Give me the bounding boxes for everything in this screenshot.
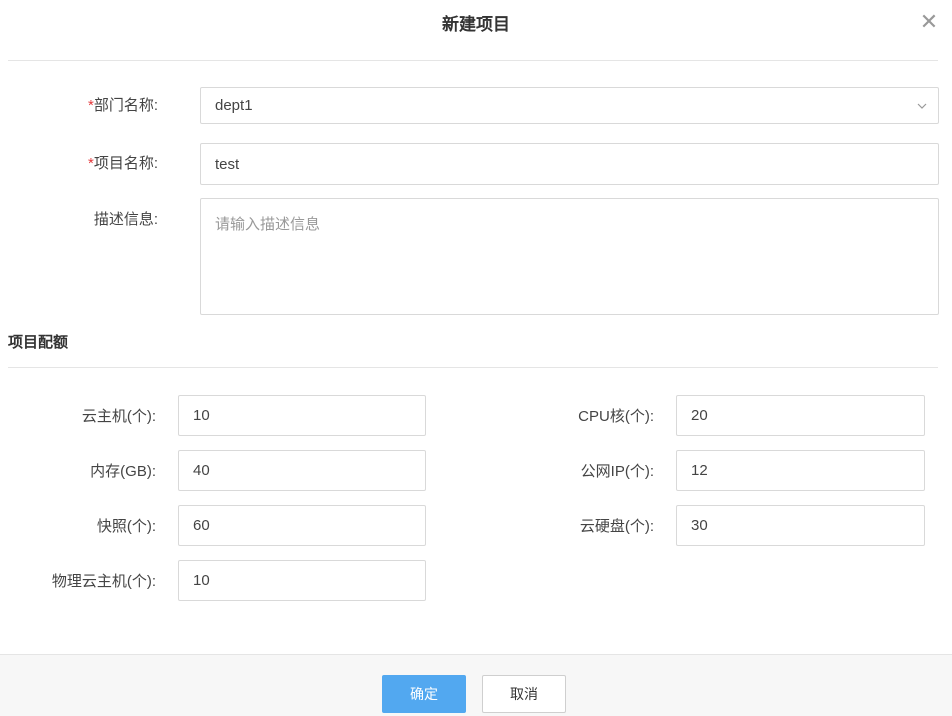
dialog-title: 新建项目: [442, 15, 510, 34]
vm-quota-label: 云主机(个):: [81, 408, 156, 425]
project-name-input[interactable]: test: [200, 143, 939, 185]
quota-divider: [8, 367, 938, 368]
confirm-button[interactable]: 确定: [382, 675, 466, 713]
project-label-text: 项目名称:: [93, 155, 158, 172]
dept-select-value: dept1: [215, 97, 253, 114]
quota-section-title: 项目配额: [8, 334, 69, 351]
cpu-quota-label: CPU核(个):: [578, 408, 654, 425]
physical-vm-quota-label: 物理云主机(个):: [51, 573, 156, 590]
dialog-footer: 确定 取消: [0, 654, 952, 716]
cpu-quota-value: 20: [691, 407, 708, 424]
dept-label: *部门名称:: [40, 96, 158, 116]
snapshot-quota-label: 快照(个):: [96, 518, 156, 535]
public-ip-quota-input[interactable]: 12: [676, 450, 925, 491]
vm-quota-value: 10: [193, 407, 210, 424]
description-label: 描述信息:: [93, 211, 158, 228]
vm-quota-input[interactable]: 10: [178, 395, 426, 436]
physical-vm-quota-value: 10: [193, 572, 210, 589]
cloud-disk-quota-label: 云硬盘(个):: [579, 518, 654, 535]
cpu-quota-input[interactable]: 20: [676, 395, 925, 436]
header-divider: [8, 60, 938, 61]
description-placeholder: 请输入描述信息: [215, 216, 321, 233]
cloud-disk-quota-input[interactable]: 30: [676, 505, 925, 546]
snapshot-quota-input[interactable]: 60: [178, 505, 426, 546]
chevron-down-icon: [917, 103, 927, 109]
cloud-disk-quota-value: 30: [691, 517, 708, 534]
project-label: *项目名称:: [40, 154, 158, 174]
physical-vm-quota-input[interactable]: 10: [178, 560, 426, 601]
cancel-button[interactable]: 取消: [482, 675, 566, 713]
memory-quota-label: 内存(GB):: [90, 463, 156, 480]
dept-label-text: 部门名称:: [93, 97, 158, 114]
description-textarea[interactable]: 请输入描述信息: [200, 198, 939, 315]
memory-quota-value: 40: [193, 462, 210, 479]
close-icon[interactable]: ✕: [917, 10, 941, 34]
project-name-value: test: [215, 155, 240, 173]
public-ip-quota-value: 12: [691, 462, 708, 479]
public-ip-quota-label: 公网IP(个):: [580, 463, 654, 480]
memory-quota-input[interactable]: 40: [178, 450, 426, 491]
dept-select[interactable]: dept1: [200, 87, 939, 124]
snapshot-quota-value: 60: [193, 517, 210, 534]
dialog-header: 新建项目 ✕: [0, 0, 952, 48]
